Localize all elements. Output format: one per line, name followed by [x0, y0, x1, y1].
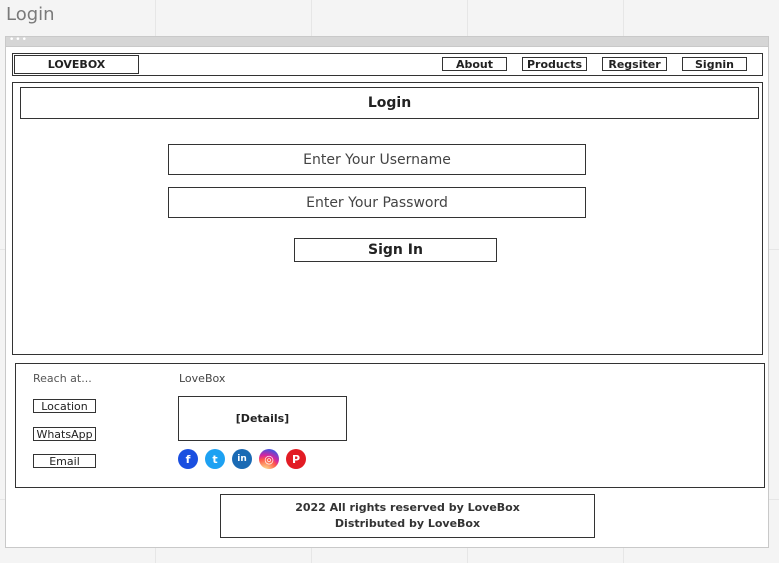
footer-panel [15, 363, 765, 488]
page-title: Login [6, 4, 55, 25]
location-button[interactable]: Location [33, 399, 96, 413]
password-input[interactable] [168, 187, 586, 218]
browser-title-bar [5, 36, 769, 47]
pinterest-icon[interactable]: P [286, 449, 306, 469]
nav-link-products[interactable]: Products [522, 57, 587, 71]
instagram-icon[interactable]: ◎ [259, 449, 279, 469]
twitter-icon[interactable]: t [205, 449, 225, 469]
linkedin-icon[interactable]: in [232, 449, 252, 469]
footer-brand: LoveBox [179, 372, 226, 385]
copyright-line: 2022 All rights reserved by LoveBox [295, 501, 520, 514]
nav-link-signin[interactable]: Signin [682, 57, 747, 71]
reach-label: Reach at... [33, 372, 92, 385]
email-button[interactable]: Email [33, 454, 96, 468]
nav-link-about[interactable]: About [442, 57, 507, 71]
brand-logo[interactable]: LOVEBOX [14, 55, 139, 74]
distributor-line: Distributed by LoveBox [334, 517, 481, 530]
sign-in-button[interactable]: Sign In [294, 238, 497, 262]
window-dots-icon: ••• [9, 35, 28, 45]
username-input[interactable] [168, 144, 586, 175]
details-box: [Details] [178, 396, 347, 441]
nav-link-register[interactable]: Regsiter [602, 57, 667, 71]
whatsapp-button[interactable]: WhatsApp [33, 427, 96, 441]
login-panel [12, 82, 763, 355]
facebook-icon[interactable]: f [178, 449, 198, 469]
login-heading: Login [20, 87, 759, 119]
copyright-box: 2022 All rights reserved by LoveBox Dist… [220, 494, 595, 538]
